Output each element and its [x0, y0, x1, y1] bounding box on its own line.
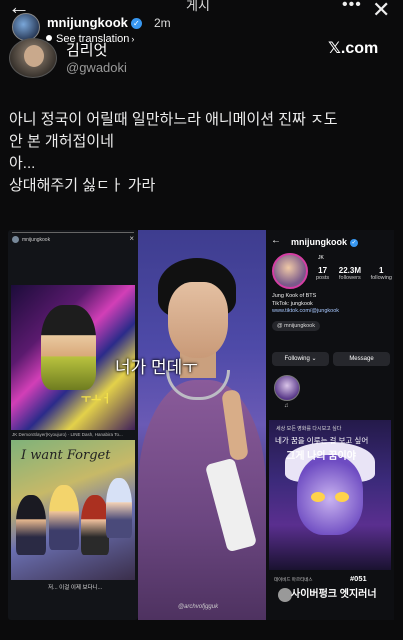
tweet-avatar — [9, 38, 57, 78]
profile-bio: Jung Kook of BTS TikTok: jungkook www.ti… — [272, 293, 340, 314]
episode-number: #051 — [350, 574, 367, 583]
arrow-left-icon: ← — [271, 235, 281, 246]
tweet-handle: @gwadoki — [66, 60, 127, 75]
script-text: I want Forget — [21, 448, 111, 463]
progress-bar — [12, 232, 134, 233]
highlight-label: ♫ — [284, 403, 289, 409]
story-time: 2m — [154, 16, 171, 30]
center-photo — [138, 230, 266, 620]
anime-character — [41, 305, 96, 390]
verified-icon: ✓ — [350, 239, 358, 247]
close-icon[interactable]: ✕ — [372, 0, 390, 23]
art-small-text: 세상 모든 영화를 다시보고 싶다 — [276, 426, 342, 432]
threads-pill: @ mnijungkook — [272, 321, 320, 331]
left-story-screenshot: mnijungkook × ㅜㅗㅓ JK DemonSlayer(Kyoujur… — [8, 230, 138, 620]
tweet-line: 상대해주기 싫ㄷㅏ 가라 — [9, 177, 156, 194]
profile-buttons: Following ⌄ Message — [272, 352, 390, 366]
footer-avatar — [278, 588, 292, 602]
face — [297, 455, 363, 535]
center-subtitle: 너가 먼데ㅜ — [115, 358, 198, 377]
tweet-line: 아니 정국이 어릴때 일만하느라 애니메이션 진짜 ㅈ도 — [9, 111, 338, 128]
right-profile-screenshot: ← mnijungkook ✓ JK 17 posts 22.3M followers… — [266, 230, 394, 620]
anime-character — [81, 495, 109, 555]
watermark: @archvofjgguk — [178, 604, 219, 610]
profile-name-small: JK — [318, 255, 324, 261]
left-story-user: mnijungkook — [12, 236, 50, 243]
following-button: Following ⌄ — [272, 352, 329, 366]
anime-group-image: I want Forget — [11, 440, 135, 580]
tweet-text: 아니 정국이 어릴때 일만하느라 애니메이션 진짜 ㅈ도 안 본 개허접이네 아… — [9, 109, 394, 197]
anime-character — [106, 478, 132, 538]
tweet-media-collage[interactable]: mnijungkook × ㅜㅗㅓ JK DemonSlayer(Kyoujur… — [8, 230, 394, 635]
anime-art-text: ㅜㅗㅓ — [81, 393, 112, 405]
left-meta-text: JK DemonSlayer(Kyoujuro) · LINE Dash, Ha… — [12, 432, 123, 437]
art-big-subtitle: 그게 나의 꿈이야 — [286, 451, 356, 462]
stat-posts: 17 posts — [316, 266, 330, 281]
tweet-line: 아... — [9, 155, 36, 172]
stat-followers: 22.3M followers — [338, 266, 361, 281]
face — [168, 282, 228, 358]
story-avatar[interactable] — [12, 13, 40, 41]
story-highlight — [274, 375, 300, 401]
story-header: ← 게시 ••• ✕ mnijungkook ✓ 2m See translati… — [0, 0, 403, 82]
chevron-right-icon: › — [131, 34, 135, 44]
close-icon: × — [129, 234, 134, 243]
footer-title: 사이버펑크 엣지러너 — [291, 589, 377, 600]
verified-icon: ✓ — [130, 18, 142, 29]
message-button: Message — [333, 352, 390, 366]
stat-following: 1 following — [370, 266, 392, 281]
art-subtitle: 네가 꿈을 이루는 걸 보고 싶어 — [275, 436, 369, 445]
eye — [335, 492, 349, 502]
anime-character — [16, 495, 46, 555]
story-title: 게시 — [186, 0, 210, 13]
profile-avatar — [272, 253, 308, 289]
translate-dot-icon — [46, 35, 52, 41]
more-dots-icon[interactable]: ••• — [342, 0, 362, 14]
avatar — [12, 236, 19, 243]
left-caption: 저... 이걸 이제 보다니... — [48, 585, 103, 591]
story-username[interactable]: mnijungkook ✓ — [47, 15, 142, 30]
x-logo: 𝕏.com — [328, 40, 379, 57]
shirt — [138, 380, 266, 620]
profile-username: mnijungkook ✓ — [291, 237, 358, 247]
tweet-line: 안 본 개허접이네 — [9, 133, 114, 150]
bio-link: www.tiktok.com/@jungkook — [272, 308, 340, 314]
eye — [311, 492, 325, 502]
tweet-display-name: 김리엇 — [66, 42, 108, 59]
profile-stats: 17 posts 22.3M followers 1 following — [316, 266, 392, 281]
footer-small-text: 데이비드 마르티네스 — [274, 577, 313, 582]
anime-character — [49, 485, 79, 550]
